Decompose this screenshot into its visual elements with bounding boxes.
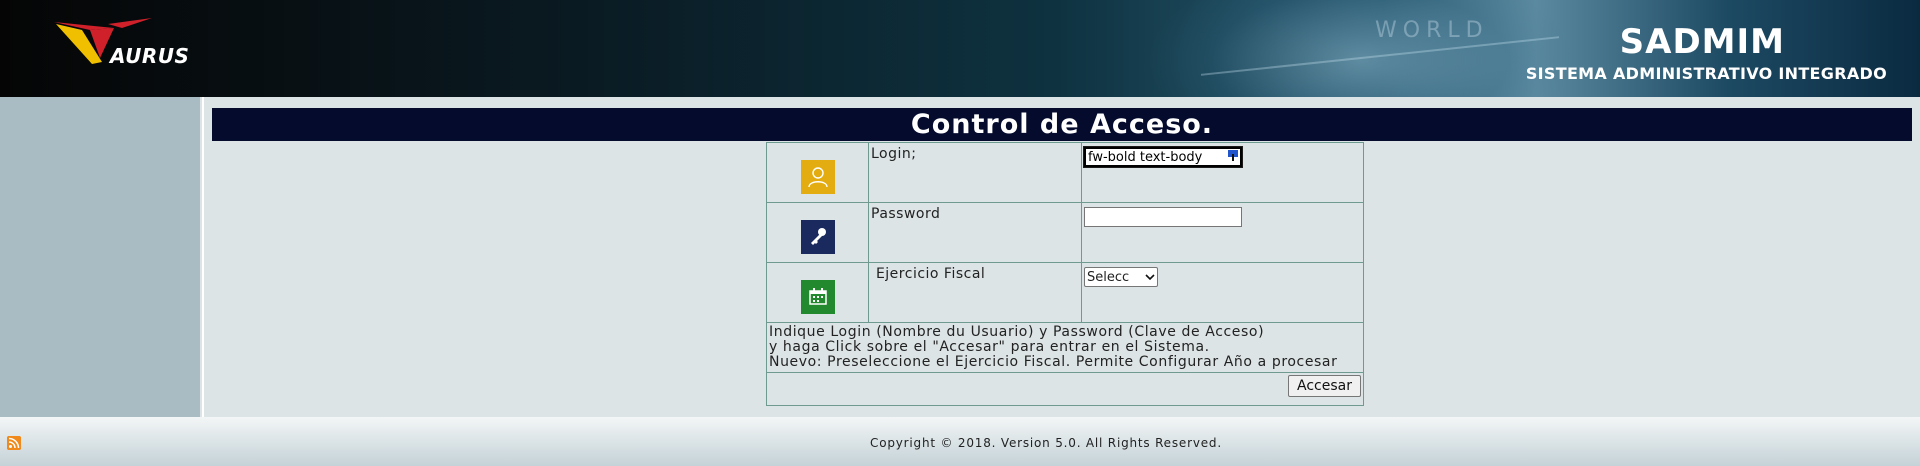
chevron-down-icon <box>1145 274 1155 281</box>
fiscal-row: Ejercicio Fiscal Selecc <box>766 262 1364 323</box>
header-banner: WORLD AURUS SADMIM SISTEMA ADMINISTRATIV… <box>0 0 1920 97</box>
login-row: Login; <box>766 142 1364 203</box>
info-line-1: Indique Login (Nombre du Usuario) y Pass… <box>769 324 1265 340</box>
user-icon <box>800 159 835 194</box>
accesar-button[interactable]: Accesar <box>1288 375 1361 397</box>
submit-cell: Accesar <box>766 372 1364 406</box>
info-row: Indique Login (Nombre du Usuario) y Pass… <box>766 322 1364 373</box>
app-subtitle: SISTEMA ADMINISTRATIVO INTEGRADO <box>1525 64 1887 83</box>
fiscal-label: Ejercicio Fiscal <box>868 262 1082 323</box>
login-input[interactable] <box>1083 146 1243 168</box>
password-input[interactable] <box>1084 207 1242 227</box>
calendar-icon <box>800 279 835 314</box>
background-world-text: WORLD <box>1375 18 1489 43</box>
info-line-3: Nuevo: Preseleccione el Ejercicio Fiscal… <box>769 354 1338 370</box>
copyright-text: Copyright © 2018. Version 5.0. All Right… <box>870 436 1222 450</box>
password-field-cell <box>1081 202 1364 263</box>
key-icon <box>800 219 835 254</box>
login-form: Login; Password <box>766 142 1364 406</box>
login-input-wrap <box>1083 146 1243 168</box>
login-label: Login; <box>868 142 1082 203</box>
logo-text: AURUS <box>110 44 190 68</box>
left-sidebar <box>0 97 200 417</box>
password-label: Password <box>868 202 1082 263</box>
fiscal-select-value: Selecc <box>1087 269 1130 285</box>
fiscal-field-cell: Selecc <box>1081 262 1364 323</box>
password-icon-cell <box>766 202 869 263</box>
page-title: Control de Acceso. <box>212 108 1912 141</box>
app-name: SADMIM <box>1619 22 1785 62</box>
fiscal-select[interactable]: Selecc <box>1084 267 1158 287</box>
info-line-2: y haga Click sobre el "Accesar" para ent… <box>769 339 1210 355</box>
globe-graphic <box>1150 0 1570 97</box>
submit-row: Accesar <box>766 372 1364 406</box>
login-icon-cell <box>766 142 869 203</box>
info-text: Indique Login (Nombre du Usuario) y Pass… <box>766 322 1364 373</box>
password-row: Password <box>766 202 1364 263</box>
keyboard-icon[interactable] <box>1228 150 1238 161</box>
login-field-cell <box>1081 142 1364 203</box>
fiscal-icon-cell <box>766 262 869 323</box>
